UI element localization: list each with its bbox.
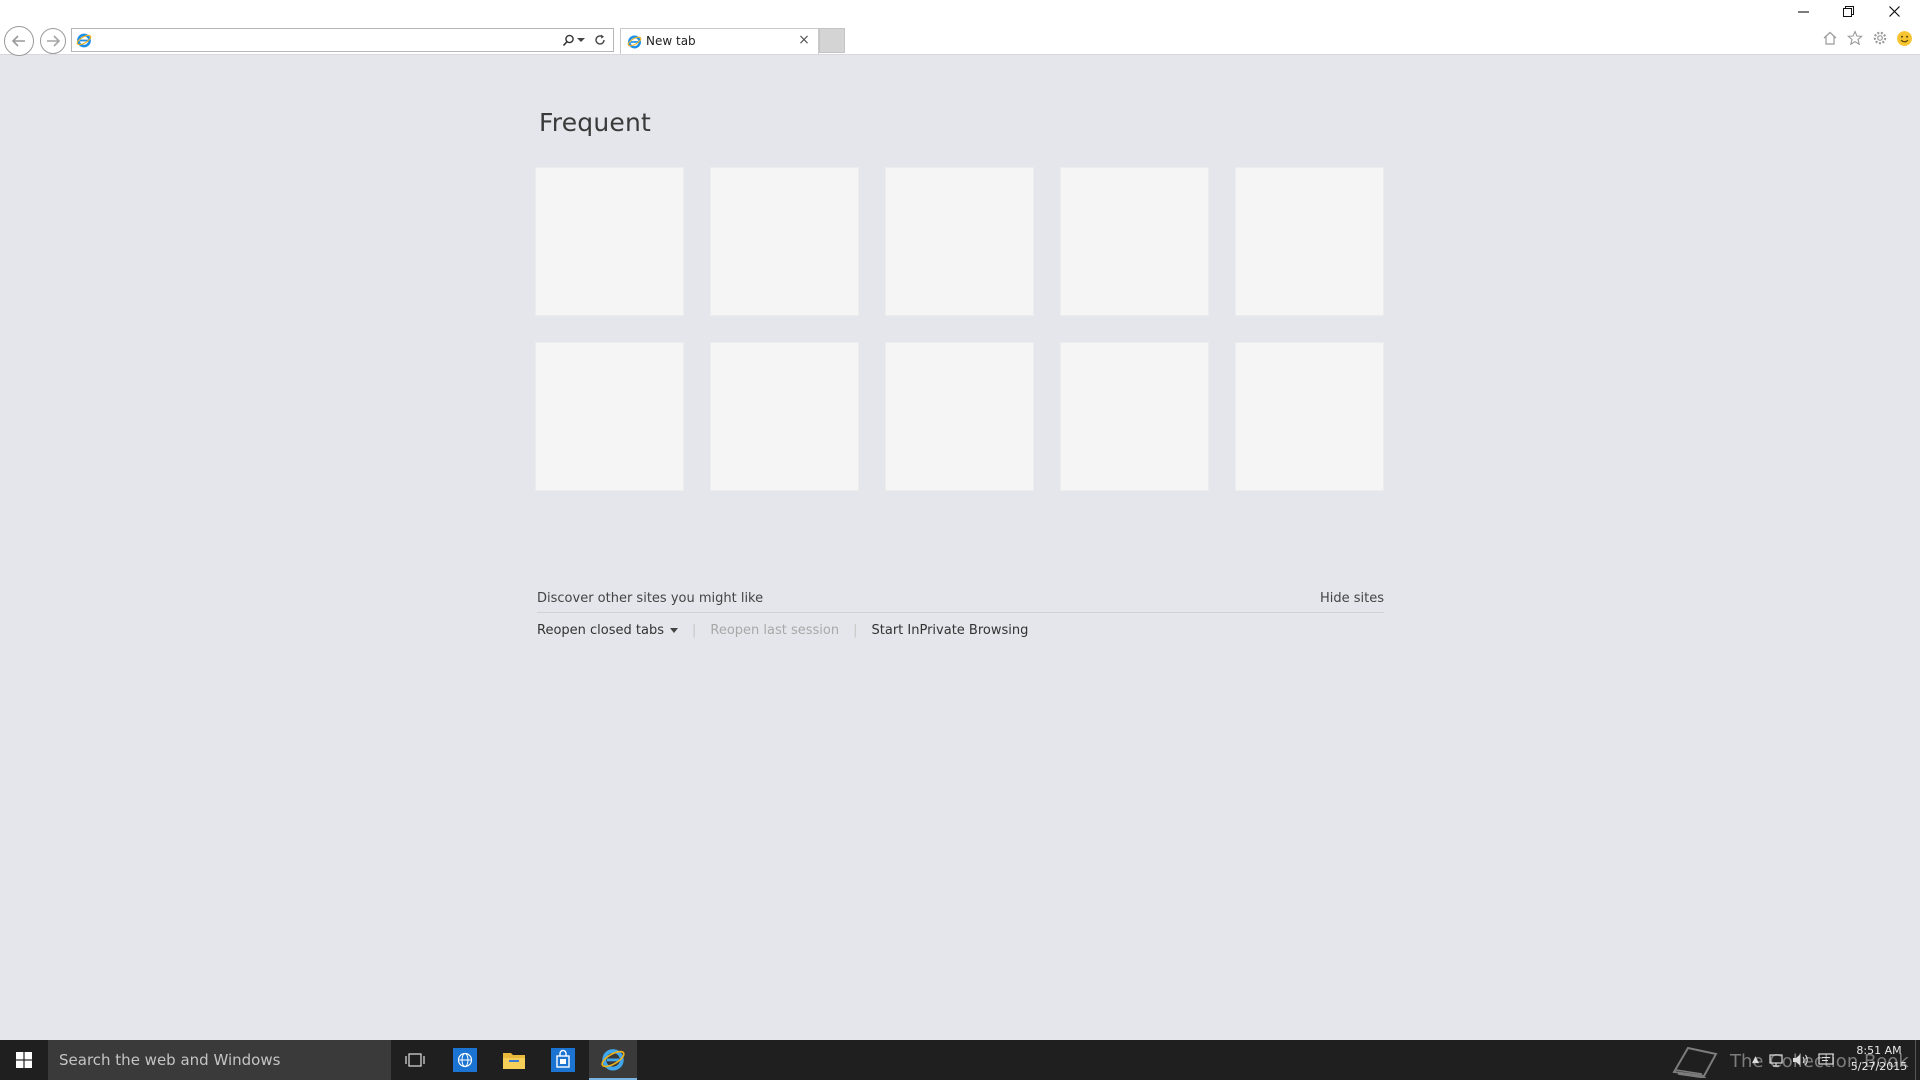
smiley-icon [1896,30,1912,46]
home-button[interactable] [1820,28,1840,48]
volume-icon[interactable] [1792,1053,1810,1067]
refresh-icon [595,34,605,45]
tray-chevron-up-icon[interactable]: ▲ [1752,1055,1759,1065]
forward-arrow-icon [47,35,61,47]
tools-button[interactable] [1870,28,1890,48]
clock-date: 5/27/2015 [1850,1060,1908,1073]
reopen-closed-tabs-label: Reopen closed tabs [537,622,664,638]
minimize-button[interactable] [1781,0,1825,22]
frequent-tile[interactable] [1060,342,1209,491]
frequent-tiles-grid [535,167,1385,491]
chevron-down-icon [669,627,678,633]
search-icon [562,34,574,46]
new-tab-button[interactable] [819,28,845,53]
tab-new-tab[interactable]: New tab × [620,28,819,54]
frequent-tile[interactable] [1060,167,1209,316]
start-button[interactable] [0,1040,48,1080]
system-tray: ▲ [1752,1040,1834,1080]
frequent-tile[interactable] [885,167,1034,316]
back-arrow-icon [11,35,25,47]
taskbar-internet-explorer[interactable] [589,1040,637,1080]
start-inprivate-link[interactable]: Start InPrivate Browsing [872,623,1029,638]
windows-logo-icon [16,1052,32,1068]
folder-icon [503,1053,525,1069]
store-icon [551,1048,575,1072]
frequent-tile[interactable] [1235,167,1384,316]
action-center-icon[interactable] [1818,1053,1834,1067]
page-title: Frequent [539,108,652,137]
favorites-button[interactable] [1845,28,1865,48]
discover-bar: Discover other sites you might like Hide… [537,589,1384,613]
gear-icon [1873,31,1887,45]
separator: | [691,622,697,638]
address-input[interactable] [96,31,526,49]
frequent-tile[interactable] [535,342,684,491]
network-icon[interactable] [1768,1053,1784,1067]
discover-sites-link[interactable]: Discover other sites you might like [537,591,763,606]
hide-sites-link[interactable]: Hide sites [1320,591,1384,606]
book-logo-icon [1672,1046,1718,1078]
taskbar-app-globe[interactable] [441,1040,489,1080]
search-button[interactable] [560,31,576,49]
back-button[interactable] [4,26,34,56]
close-tab-icon[interactable]: × [796,32,812,48]
separator: | [853,622,858,638]
tab-label: New tab [646,34,696,48]
globe-icon [453,1048,477,1072]
star-icon [1847,30,1863,46]
close-icon [1888,5,1900,17]
taskbar-clock[interactable]: 8:51 AM 5/27/2015 [1848,1043,1910,1075]
restore-button[interactable] [1826,0,1870,22]
forward-button[interactable] [40,28,66,54]
taskbar: The Collection Book ▲ 8:51 AM 5/27/2015 [0,1040,1920,1080]
chevron-down-icon [577,38,585,42]
frequent-tile[interactable] [535,167,684,316]
minimize-icon [1797,10,1809,13]
address-bar[interactable] [71,28,614,52]
task-view-icon [405,1053,425,1067]
frequent-tile[interactable] [885,342,1034,491]
taskbar-store[interactable] [539,1040,587,1080]
restore-icon [1842,5,1854,17]
home-icon [1823,31,1837,45]
reopen-last-session-link: Reopen last session [710,622,840,638]
taskbar-file-explorer[interactable] [490,1040,538,1080]
taskbar-search-input[interactable] [59,1050,379,1070]
frequent-tile[interactable] [710,342,859,491]
ie-logo-icon [76,33,92,48]
reopen-closed-tabs-link[interactable]: Reopen closed tabs [537,623,678,638]
taskbar-search-box[interactable] [48,1040,391,1080]
show-desktop-button[interactable] [1915,1040,1920,1080]
close-window-button[interactable] [1872,0,1916,22]
clock-time: 8:51 AM [1856,1044,1902,1057]
ie-logo-icon [627,35,642,49]
refresh-button[interactable] [592,31,608,49]
browser-chrome: New tab × [0,0,1920,56]
feedback-button[interactable] [1894,28,1914,48]
ie-logo-icon [601,1049,625,1071]
task-view-button[interactable] [391,1040,439,1080]
frequent-tile[interactable] [1235,342,1384,491]
tab-actions: Reopen closed tabs | Reopen last session… [537,620,1028,640]
frequent-tile[interactable] [710,167,859,316]
search-dropdown[interactable] [576,31,586,49]
